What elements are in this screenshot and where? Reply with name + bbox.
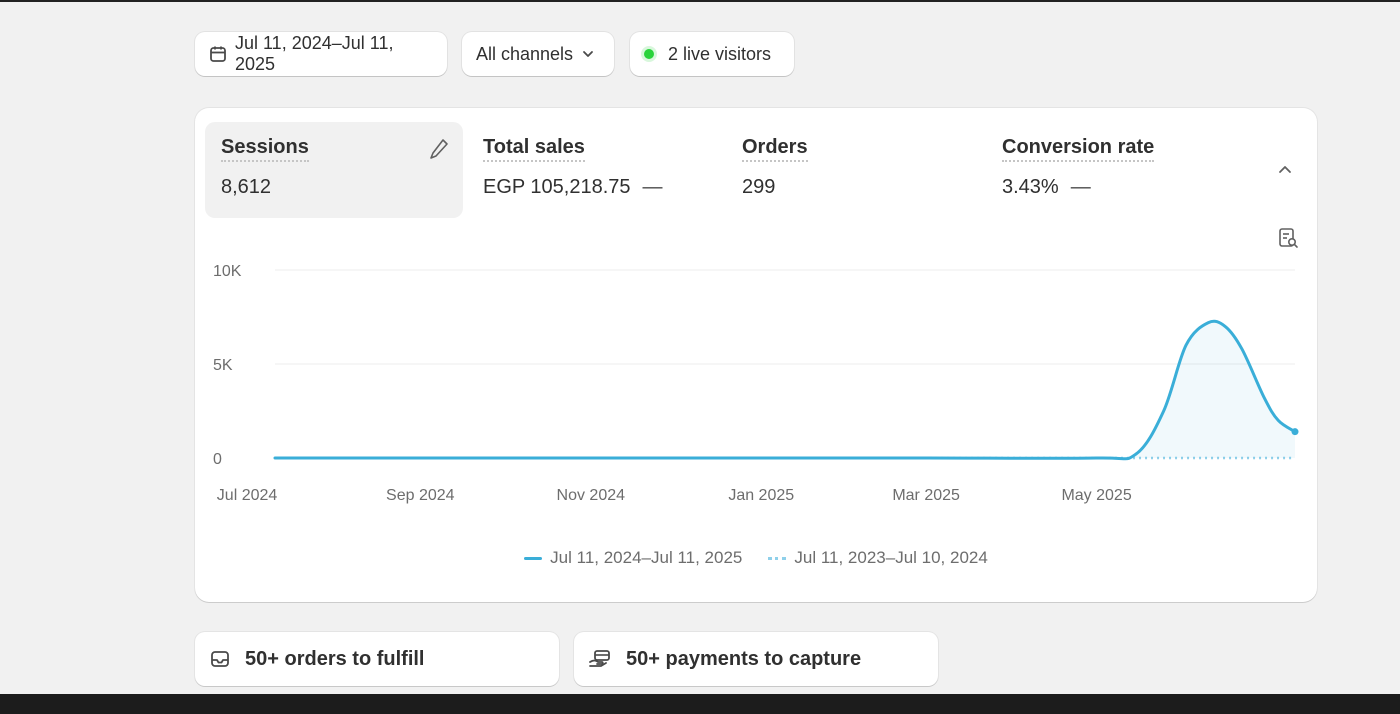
- sessions-line-chart: 10K 5K 0 Jul 2024 Sep 2024 Nov 2024 Jan 2025 Ma…: [213, 263, 1299, 504]
- payments-to-capture-card[interactable]: 50+ payments to capture: [574, 632, 938, 686]
- chart-legend: Jul 11, 2024–Jul 11, 2025 Jul 11, 2023–J…: [195, 548, 1317, 568]
- channels-label: All channels: [476, 43, 574, 64]
- y-tick-label: 0: [213, 451, 222, 468]
- series-end-point: [1291, 428, 1299, 436]
- bottom-edge: [0, 694, 1400, 714]
- date-range-label: Jul 11, 2024–Jul 11, 2025: [235, 33, 394, 74]
- live-visitors-label: 2 live visitors: [668, 43, 772, 64]
- legend-solid-swatch: [524, 556, 543, 560]
- chevron-down-icon: [583, 51, 593, 57]
- channels-dropdown[interactable]: All channels: [462, 32, 614, 76]
- x-tick-label: Nov 2024: [557, 487, 626, 504]
- y-tick-label: 10K: [213, 263, 242, 280]
- legend-label: Jul 11, 2023–Jul 10, 2024: [794, 548, 988, 567]
- date-range-picker[interactable]: Jul 11, 2024–Jul 11, 2025: [195, 32, 447, 76]
- orders-to-fulfill-card[interactable]: 50+ orders to fulfill: [195, 632, 559, 686]
- legend-label: Jul 11, 2024–Jul 11, 2025: [550, 548, 743, 567]
- series-area-current: [275, 321, 1295, 459]
- legend-dotted-swatch: [768, 556, 787, 560]
- calendar-icon: [210, 46, 226, 62]
- inbox-icon: [211, 651, 229, 667]
- legend-previous-period[interactable]: Jul 11, 2023–Jul 10, 2024: [768, 548, 988, 568]
- payments-icon: [589, 650, 610, 667]
- analytics-card: Sessions 8,612 Total sales EGP 105,218.7…: [195, 108, 1317, 602]
- x-tick-label: Jul 2024: [217, 487, 278, 504]
- x-tick-label: Sep 2024: [386, 487, 455, 504]
- live-visitors-button[interactable]: 2 live visitors: [630, 32, 794, 76]
- top-edge: [0, 0, 1400, 2]
- series-line-current: [273, 319, 1297, 461]
- live-indicator-icon: [644, 49, 654, 59]
- x-tick-label: Mar 2025: [892, 487, 960, 504]
- y-tick-label: 5K: [213, 357, 233, 374]
- task-label: 50+ payments to capture: [626, 647, 862, 670]
- task-label: 50+ orders to fulfill: [245, 647, 425, 670]
- x-tick-label: Jan 2025: [728, 487, 794, 504]
- legend-current-period[interactable]: Jul 11, 2024–Jul 11, 2025: [524, 548, 742, 568]
- x-tick-label: May 2025: [1061, 487, 1131, 504]
